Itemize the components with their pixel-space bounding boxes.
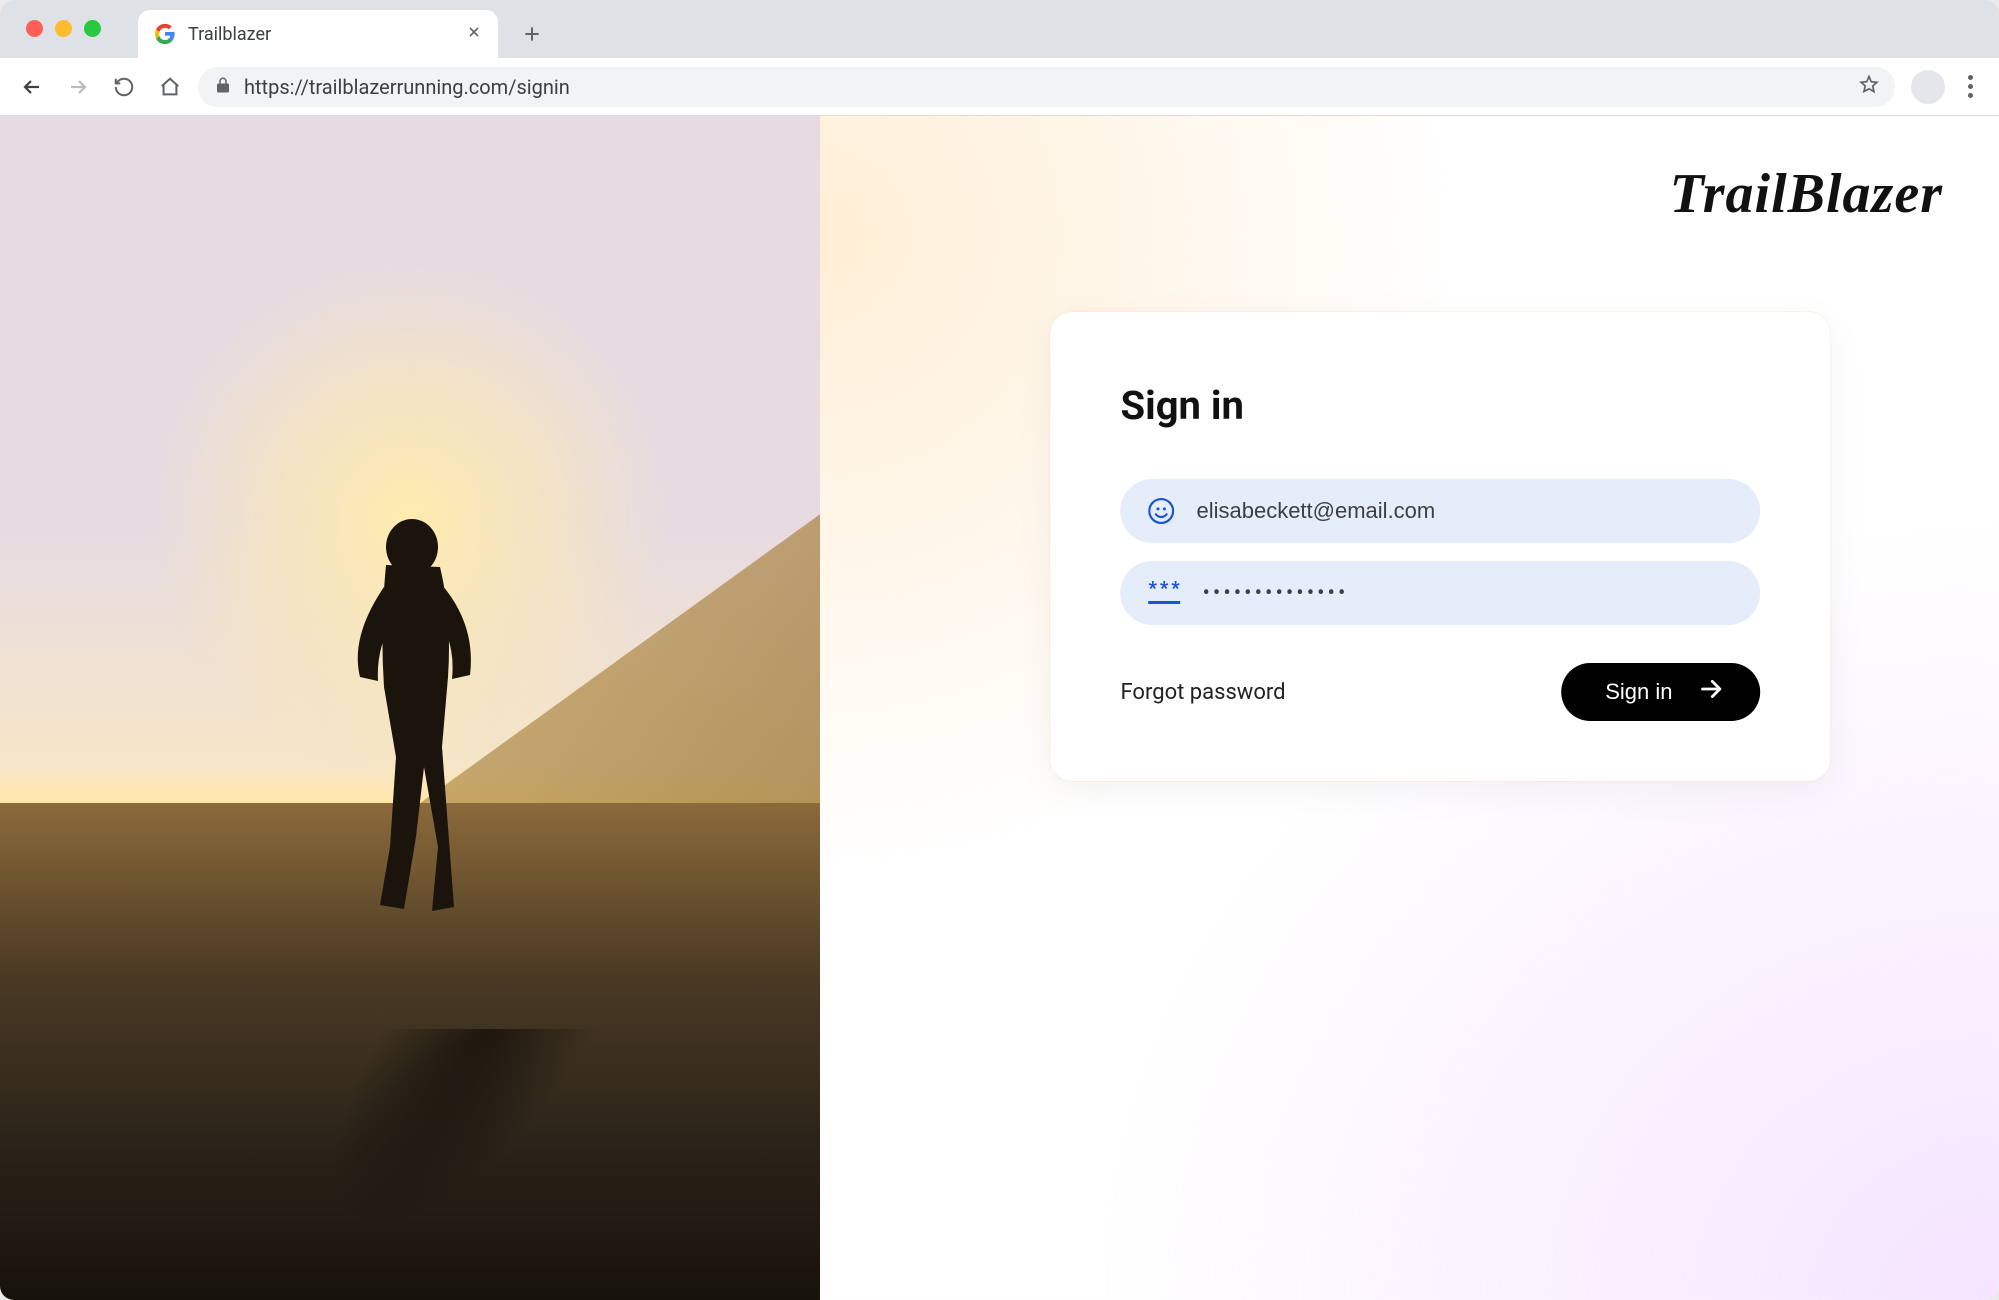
signin-heading: Sign in: [1120, 382, 1760, 429]
email-input[interactable]: [1196, 498, 1732, 524]
signin-panel: TrailBlazer Sign in *** ••••••••••••••: [820, 116, 1999, 1300]
lock-icon: [214, 75, 232, 99]
brand-logo: TrailBlazer: [1670, 162, 1943, 226]
favicon-icon: [154, 23, 176, 45]
signin-card: Sign in *** •••••••••••••• Forgot passwo…: [1050, 312, 1830, 781]
password-icon: ***: [1148, 582, 1180, 604]
email-field[interactable]: [1120, 479, 1760, 543]
address-bar[interactable]: https://trailblazerrunning.com/signin: [198, 67, 1895, 107]
password-field[interactable]: *** ••••••••••••••: [1120, 561, 1760, 625]
runner-illustration: [320, 507, 500, 937]
profile-avatar[interactable]: [1911, 70, 1945, 104]
window-controls: [26, 20, 101, 37]
forward-button[interactable]: [60, 69, 96, 105]
signin-actions: Forgot password Sign in: [1120, 663, 1760, 721]
browser-toolbar: https://trailblazerrunning.com/signin: [0, 58, 1999, 116]
browser-window: Trailblazer https://trailblazerrunning.c…: [0, 0, 1999, 1300]
tab-close-icon[interactable]: [466, 24, 482, 45]
back-button[interactable]: [14, 69, 50, 105]
tab-title: Trailblazer: [188, 24, 454, 45]
arrow-right-icon: [1698, 676, 1724, 708]
new-tab-button[interactable]: [512, 14, 552, 54]
url-text: https://trailblazerrunning.com/signin: [244, 75, 1847, 99]
forgot-password-link[interactable]: Forgot password: [1120, 680, 1285, 705]
browser-tab[interactable]: Trailblazer: [138, 10, 498, 58]
bookmark-icon[interactable]: [1859, 74, 1879, 99]
hero-image: [0, 116, 820, 1300]
window-minimize-button[interactable]: [55, 20, 72, 37]
tab-strip: Trailblazer: [0, 0, 1999, 58]
window-close-button[interactable]: [26, 20, 43, 37]
signin-button-label: Sign in: [1605, 679, 1672, 705]
window-zoom-button[interactable]: [84, 20, 101, 37]
home-button[interactable]: [152, 69, 188, 105]
password-mask: ••••••••••••••: [1202, 581, 1348, 606]
page-content: TrailBlazer Sign in *** ••••••••••••••: [0, 116, 1999, 1300]
signin-button[interactable]: Sign in: [1561, 663, 1760, 721]
reload-button[interactable]: [106, 69, 142, 105]
user-icon: [1148, 498, 1174, 524]
browser-menu-button[interactable]: [1955, 69, 1985, 104]
